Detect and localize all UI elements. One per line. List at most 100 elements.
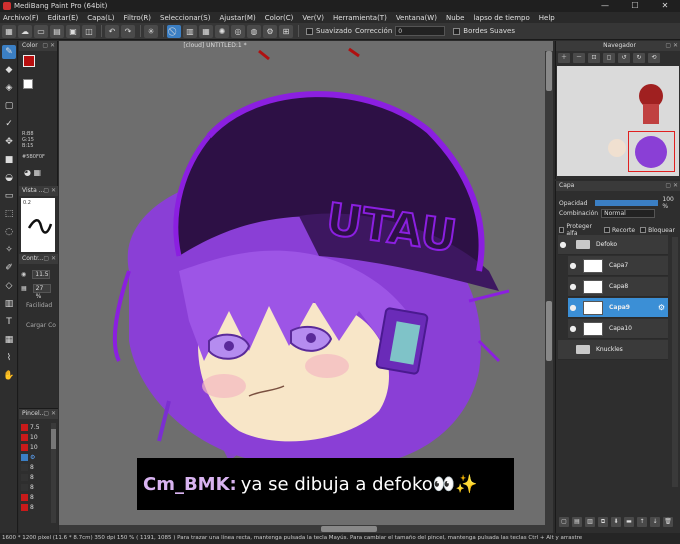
snap-curve-icon[interactable]: ◍ xyxy=(247,24,261,38)
foreground-color-swatch[interactable] xyxy=(23,55,35,67)
blend-mode-select[interactable]: Normal xyxy=(601,209,656,218)
brush-opacity-field[interactable]: 27 % xyxy=(32,284,51,300)
snap-parallel-icon[interactable]: ▥ xyxy=(183,24,197,38)
layer-scrollbar[interactable] xyxy=(672,237,678,487)
menu-color[interactable]: Color(C) xyxy=(265,14,294,22)
toolbar-open-icon[interactable]: ▤ xyxy=(50,24,64,38)
layer-settings-gear-icon[interactable]: ⚙ xyxy=(658,303,665,312)
eraser-tool-icon[interactable]: ◆ xyxy=(2,63,16,77)
hand-tool-icon[interactable]: ✋ xyxy=(2,369,16,383)
palette-icons[interactable]: ◕ ▦ xyxy=(24,168,41,177)
layer-down-icon[interactable]: ↓ xyxy=(650,517,660,527)
menu-filtro[interactable]: Filtro(R) xyxy=(124,14,151,22)
brush-item[interactable]: 8 xyxy=(21,463,49,472)
layer-up-icon[interactable]: ↑ xyxy=(637,517,647,527)
layer-capa8[interactable]: ● Capa8 xyxy=(568,277,668,297)
gradient-tool-icon[interactable]: ▭ xyxy=(2,189,16,203)
menu-ventana[interactable]: Ventana(W) xyxy=(396,14,437,22)
menu-lapso[interactable]: lapso de tiempo xyxy=(473,14,529,22)
copy-layer-icon[interactable]: ⧉ xyxy=(598,517,608,527)
menu-help[interactable]: Help xyxy=(539,14,555,22)
rotate-left-icon[interactable]: ↺ xyxy=(618,53,630,63)
snap-perspective-icon[interactable]: ⊞ xyxy=(279,24,293,38)
navigator-view-frame[interactable] xyxy=(628,131,675,172)
operation-tool-icon[interactable]: ▦ xyxy=(2,333,16,347)
brush-item[interactable]: 8 xyxy=(21,503,49,512)
bucket-tool-icon[interactable]: ◒ xyxy=(2,171,16,185)
undo-icon[interactable]: ↶ xyxy=(105,24,119,38)
canvas-vertical-scrollbar[interactable] xyxy=(545,51,553,525)
maximize-button[interactable]: ☐ xyxy=(620,0,650,12)
redo-icon[interactable]: ↷ xyxy=(121,24,135,38)
eyedropper-icon[interactable]: ⌇ xyxy=(2,351,16,365)
menu-ajustar[interactable]: Ajustar(M) xyxy=(219,14,255,22)
brush-item[interactable]: 7.5 xyxy=(21,423,49,432)
menu-herramienta[interactable]: Herramienta(T) xyxy=(333,14,387,22)
brush-item[interactable]: 8 xyxy=(21,493,49,502)
toolbar-comment-icon[interactable]: ▭ xyxy=(34,24,48,38)
dot-tool-icon[interactable]: ◈ xyxy=(2,81,16,95)
snap-circle-icon[interactable]: ◎ xyxy=(231,24,245,38)
visibility-icon[interactable]: ● xyxy=(558,240,568,249)
check-tool-icon[interactable]: ✓ xyxy=(2,117,16,131)
snap-cross-icon[interactable]: ▦ xyxy=(199,24,213,38)
visibility-icon[interactable]: ● xyxy=(568,303,578,312)
layer-opacity-slider[interactable] xyxy=(595,200,659,206)
zoom-in-icon[interactable]: ＋ xyxy=(558,53,570,63)
close-button[interactable]: ✕ xyxy=(650,0,680,12)
fill-rect-icon[interactable]: ■ xyxy=(2,153,16,167)
brush-item-selected[interactable]: ⚙ xyxy=(21,453,49,462)
actual-size-icon[interactable]: ◻ xyxy=(603,53,615,63)
new-halftone-layer-icon[interactable]: ▤ xyxy=(572,517,582,527)
folder-layer-icon[interactable]: ▬ xyxy=(624,517,634,527)
new-layer-icon[interactable]: ▢ xyxy=(559,517,569,527)
snap-radial-icon[interactable]: ✺ xyxy=(215,24,229,38)
layer-folder-defoko[interactable]: ● Defoko xyxy=(558,235,668,255)
minimize-button[interactable]: — xyxy=(590,0,620,12)
menu-editar[interactable]: Editar(E) xyxy=(48,14,79,22)
menu-nube[interactable]: Nube xyxy=(446,14,464,22)
merge-layer-icon[interactable]: ⬇ xyxy=(611,517,621,527)
transparent-swatch[interactable] xyxy=(23,79,33,89)
suavizado-checkbox[interactable] xyxy=(306,27,313,35)
layer-capa10[interactable]: ● Capa10 xyxy=(568,319,668,339)
snap-off-icon[interactable]: ⃠ xyxy=(167,24,181,38)
menu-archivo[interactable]: Archivo(F) xyxy=(3,14,39,22)
brush-item[interactable]: 8 xyxy=(21,473,49,482)
fit-icon[interactable]: ⊡ xyxy=(588,53,600,63)
select-pen-icon[interactable]: ✐ xyxy=(2,261,16,275)
brush-list-scrollbar[interactable] xyxy=(51,423,56,523)
menu-seleccionar[interactable]: Seleccionar(S) xyxy=(160,14,210,22)
brush-item[interactable]: 8 xyxy=(21,483,49,492)
navigator-thumbnail[interactable] xyxy=(557,66,679,176)
magic-wand-icon[interactable]: ✧ xyxy=(2,243,16,257)
brush-item[interactable]: 10 xyxy=(21,443,49,452)
reset-rotation-icon[interactable]: ⟲ xyxy=(648,53,660,63)
zoom-out-icon[interactable]: － xyxy=(573,53,585,63)
correccion-select[interactable]: 0 xyxy=(395,26,446,36)
lasso-tool-icon[interactable]: ◌ xyxy=(2,225,16,239)
delete-layer-icon[interactable]: 🗑 xyxy=(663,517,673,527)
toolbar-grid-icon[interactable]: ▦ xyxy=(2,24,16,38)
brush-tool-icon[interactable]: ✎ xyxy=(2,45,16,59)
layer-capa9-selected[interactable]: ● Capa9 ⚙ xyxy=(568,298,668,318)
visibility-icon[interactable]: ● xyxy=(568,282,578,291)
divide-tool-icon[interactable]: ▥ xyxy=(2,297,16,311)
canvas-horizontal-scrollbar[interactable] xyxy=(59,525,553,533)
layer-folder-knuckles[interactable]: Knuckles xyxy=(558,340,668,360)
rect-select-icon[interactable]: ▢ xyxy=(2,99,16,113)
move-tool-icon[interactable]: ✥ xyxy=(2,135,16,149)
brush-item[interactable]: 10 xyxy=(21,433,49,442)
toolbar-export-icon[interactable]: ◫ xyxy=(82,24,96,38)
toolbar-cloud-icon[interactable]: ☁ xyxy=(18,24,32,38)
menu-capa[interactable]: Capa(L) xyxy=(87,14,114,22)
new-8bit-layer-icon[interactable]: ▥ xyxy=(585,517,595,527)
menu-ver[interactable]: Ver(V) xyxy=(302,14,324,22)
snap-settings-icon[interactable]: ⚙ xyxy=(263,24,277,38)
toolbar-save-icon[interactable]: ▣ xyxy=(66,24,80,38)
layer-capa7[interactable]: ● Capa7 xyxy=(568,256,668,276)
toolbar-snap-icon[interactable]: ✳ xyxy=(144,24,158,38)
visibility-icon[interactable]: ● xyxy=(568,324,578,333)
text-tool-icon[interactable]: T xyxy=(2,315,16,329)
select-eraser-icon[interactable]: ◇ xyxy=(2,279,16,293)
